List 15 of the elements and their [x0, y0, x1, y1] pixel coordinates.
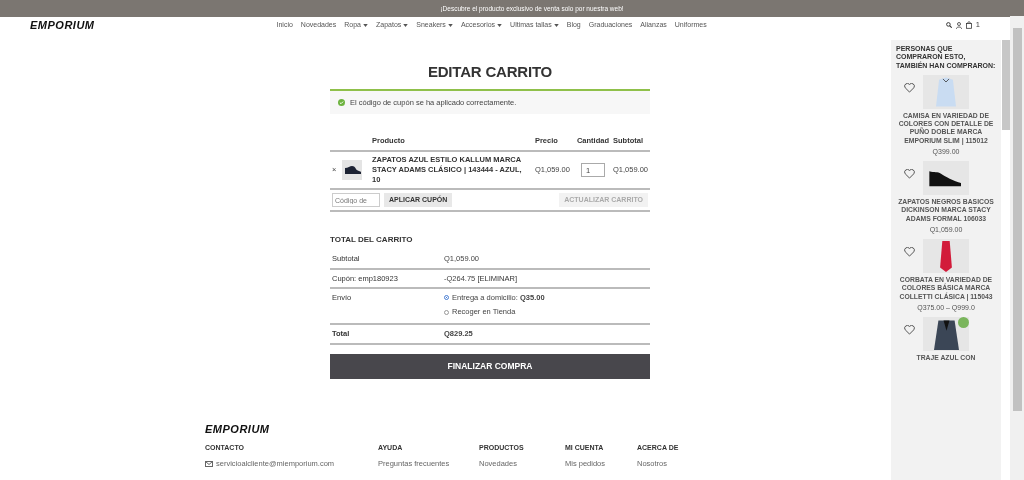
- footer-logo: EMPORIUM: [205, 422, 271, 437]
- page-title: EDITAR CARRITO: [426, 63, 554, 81]
- product-photo: [342, 159, 362, 180]
- checkout-button[interactable]: FINALIZAR COMPRA: [330, 353, 650, 379]
- shopping-bag-icon[interactable]: [965, 21, 972, 29]
- brand-logo[interactable]: EMPORIUM: [30, 16, 95, 34]
- user-icon[interactable]: [955, 21, 962, 29]
- mail-icon: [205, 460, 213, 467]
- product-photo[interactable]: [923, 161, 969, 196]
- product-photo[interactable]: [923, 317, 969, 352]
- page-scrollbar[interactable]: [1010, 16, 1024, 480]
- section-title: TOTAL DEL CARRITO: [330, 234, 414, 247]
- check-circle-icon: [338, 99, 345, 107]
- radio-button[interactable]: [444, 295, 449, 301]
- search-icon[interactable]: [945, 22, 952, 28]
